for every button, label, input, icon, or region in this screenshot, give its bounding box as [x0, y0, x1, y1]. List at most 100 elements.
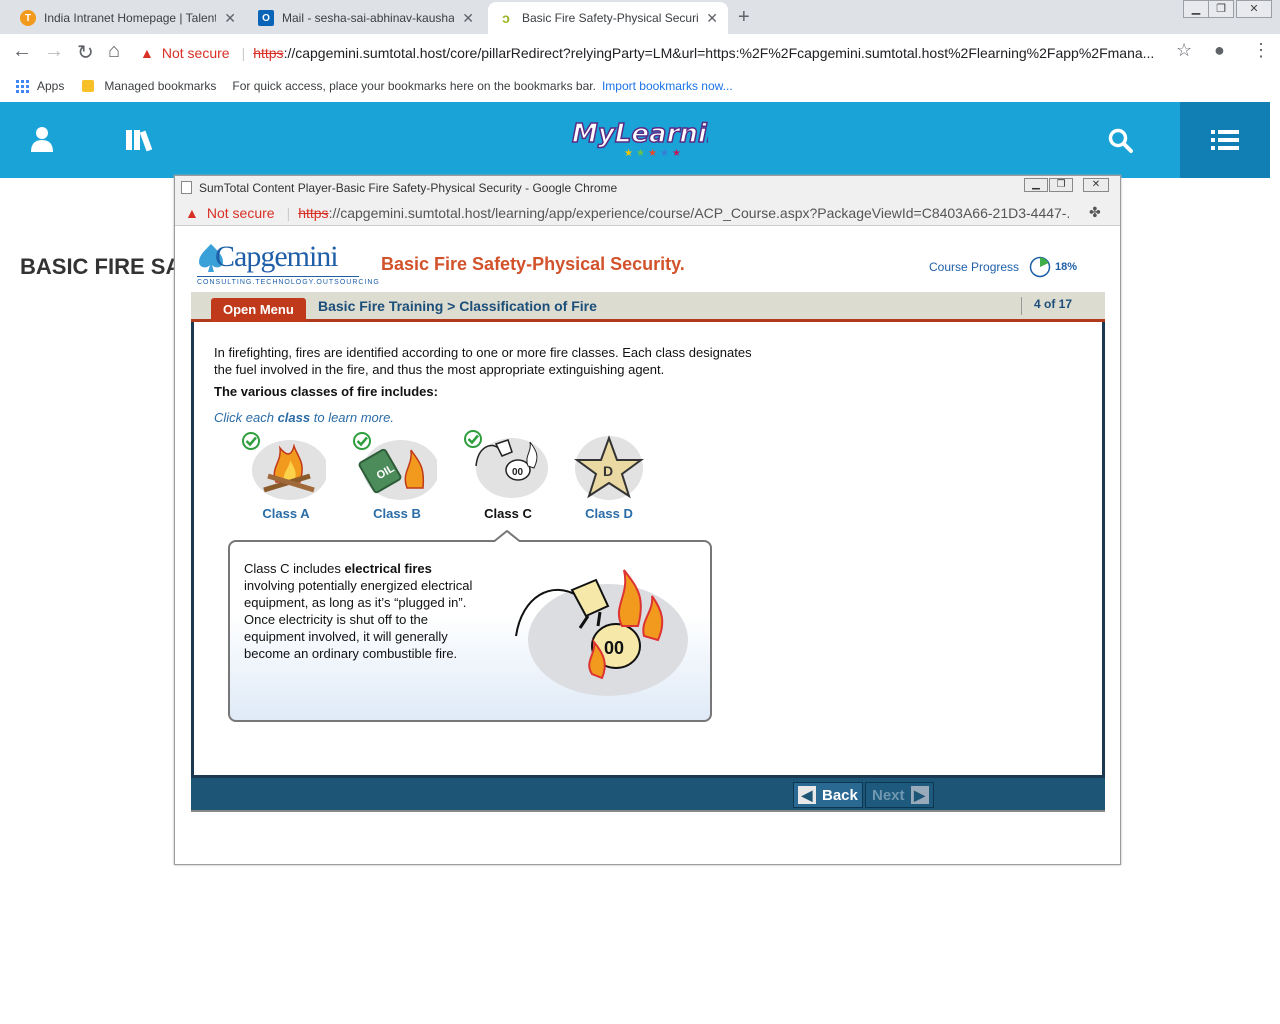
reload-icon[interactable]: ↻	[77, 40, 94, 65]
breadcrumb: Basic Fire Training > Classification of …	[318, 298, 597, 314]
not-secure-label[interactable]: Not secure	[162, 45, 230, 61]
bookmarks-hint: For quick access, place your bookmarks h…	[232, 79, 596, 93]
svg-text:★: ★	[648, 148, 657, 159]
not-secure-label[interactable]: Not secure	[207, 205, 275, 221]
window-close-icon[interactable]: ✕	[1083, 178, 1109, 192]
class-a-button[interactable]: Class A	[241, 432, 331, 521]
tab-intranet[interactable]: T India Intranet Homepage | Talent ✕	[10, 2, 246, 34]
class-info-callout: Class C includes electrical fires involv…	[228, 530, 712, 722]
progress-percent: 18%	[1055, 261, 1078, 273]
instruction-text: Click each class to learn more.	[214, 410, 394, 425]
tab-fire-safety[interactable]: ↄ Basic Fire Safety-Physical Security ✕	[488, 2, 728, 34]
list-icon	[1211, 130, 1239, 150]
managed-bookmarks[interactable]: Managed bookmarks	[104, 79, 216, 93]
divider: |	[241, 45, 246, 61]
course-progress: Course Progress 18%	[929, 256, 1077, 278]
warning-icon: ▲	[140, 45, 154, 61]
svg-text:★: ★	[660, 148, 669, 159]
content-player-window: SumTotal Content Player-Basic Fire Safet…	[174, 175, 1121, 865]
popup-titlebar: SumTotal Content Player-Basic Fire Safet…	[175, 176, 1120, 200]
check-icon	[464, 430, 482, 448]
course-header: Capgemini CONSULTING.TECHNOLOGY.OUTSOURC…	[193, 238, 1107, 294]
classes-heading: The various classes of fire includes:	[214, 384, 438, 399]
svg-text:00: 00	[604, 638, 624, 658]
class-d-label: Class D	[585, 506, 633, 521]
lesson-content: In firefighting, fires are identified ac…	[191, 322, 1105, 778]
course-nav-strip: Open Menu Basic Fire Training > Classifi…	[191, 292, 1105, 322]
check-icon	[353, 432, 371, 450]
home-icon[interactable]: ⌂	[108, 40, 120, 63]
popup-title: SumTotal Content Player-Basic Fire Safet…	[199, 181, 618, 195]
mylearning-logo[interactable]: MyLearning ★ ★ ★ ★ ★	[568, 112, 708, 160]
user-icon[interactable]	[30, 126, 54, 152]
intro-text: In firefighting, fires are identified ac…	[214, 345, 752, 377]
close-icon[interactable]: ✕	[462, 10, 474, 27]
capgemini-tagline: CONSULTING.TECHNOLOGY.OUTSOURCING	[197, 276, 379, 286]
restore-icon[interactable]: ❐	[1049, 178, 1073, 192]
star-d-icon: D	[573, 435, 645, 500]
back-arrow-icon[interactable]: ←	[12, 40, 32, 63]
url-text: ://capgemini.sumtotal.host/learning/app/…	[328, 204, 1069, 221]
open-menu-button[interactable]: Open Menu	[211, 298, 306, 322]
course-footer: ◀ Back Next ▶	[191, 778, 1105, 812]
class-b-button[interactable]: OIL Class B	[352, 432, 442, 521]
page-icon	[181, 181, 192, 194]
apps-link[interactable]: Apps	[37, 79, 64, 93]
star-icon[interactable]: ☆	[1176, 40, 1192, 61]
forward-arrow-icon[interactable]: →	[44, 40, 64, 63]
page-title: BASIC FIRE SAI	[20, 254, 175, 279]
popup-address-bar[interactable]: ▲ Not secure | https ://capgemini.sumtot…	[175, 200, 1120, 226]
minimize-icon[interactable]: ▁	[1024, 178, 1048, 192]
tab-mail[interactable]: O Mail - sesha-sai-abhinav-kaushal ✕	[248, 2, 484, 34]
import-bookmarks-link[interactable]: Import bookmarks now...	[602, 79, 733, 93]
apps-grid-icon[interactable]	[16, 79, 29, 93]
svg-text:★: ★	[672, 148, 681, 159]
bookmarks-bar: Apps Managed bookmarks For quick access,…	[0, 72, 1280, 100]
url-scheme: https	[253, 45, 284, 61]
window-close-icon[interactable]: ✕	[1236, 0, 1272, 18]
talent-favicon-icon: T	[20, 10, 36, 26]
menu-dots-icon[interactable]: ⋮	[1252, 40, 1270, 61]
check-icon	[242, 432, 260, 450]
capgemini-logo: Capgemini	[215, 240, 339, 273]
class-d-letter: D	[603, 463, 613, 479]
browser-toolbar: ← → ↻ ⌂ ▲ Not secure | https ://capgemin…	[0, 34, 1280, 72]
svg-text:★: ★	[624, 148, 633, 159]
scrollbar-edge	[1270, 102, 1280, 178]
class-a-label: Class A	[262, 506, 310, 521]
close-icon[interactable]: ✕	[706, 10, 718, 27]
library-icon[interactable]	[124, 128, 160, 152]
progress-label: Course Progress	[929, 260, 1020, 274]
sumtotal-favicon-icon: ↄ	[502, 10, 510, 26]
svg-text:00: 00	[512, 467, 524, 478]
page-counter: 4 of 17	[1021, 297, 1072, 315]
course-title: Basic Fire Safety-Physical Security.	[381, 254, 685, 274]
warning-icon: ▲	[185, 204, 199, 221]
back-button[interactable]: ◀ Back	[793, 782, 863, 808]
class-b-label: Class B	[373, 506, 421, 521]
restore-icon[interactable]: ❐	[1208, 0, 1234, 18]
class-d-button[interactable]: D Class D	[564, 432, 654, 521]
url-text: ://capgemini.sumtotal.host/core/pillarRe…	[283, 45, 1155, 61]
progress-pie-icon	[1029, 256, 1051, 278]
svg-text:★: ★	[636, 148, 645, 159]
class-c-button[interactable]: 00 Class C	[463, 426, 553, 521]
svg-text:MyLearning: MyLearning	[572, 119, 708, 149]
callout-text: Class C includes electrical fires involv…	[244, 561, 473, 661]
menu-list-button[interactable]	[1180, 102, 1270, 178]
callout-pointer	[492, 530, 522, 544]
browser-tabstrip: T India Intranet Homepage | Talent ✕ O M…	[0, 0, 1280, 34]
profile-icon[interactable]: ●	[1214, 40, 1225, 61]
minimize-icon[interactable]: ▁	[1183, 0, 1209, 18]
electrical-fire-illustration: 00	[515, 569, 688, 696]
extension-icon[interactable]: ✤	[1089, 204, 1101, 221]
next-button[interactable]: Next ▶	[865, 782, 934, 808]
close-icon[interactable]: ✕	[224, 10, 236, 27]
right-arrow-icon: ▶	[910, 786, 929, 804]
address-bar[interactable]: ▲ Not secure | https ://capgemini.sumtot…	[140, 38, 1200, 68]
folder-icon	[82, 80, 95, 92]
divider: |	[286, 204, 291, 221]
search-icon[interactable]	[1108, 128, 1134, 154]
class-c-label: Class C	[484, 506, 532, 521]
new-tab-icon[interactable]: +	[738, 6, 750, 29]
